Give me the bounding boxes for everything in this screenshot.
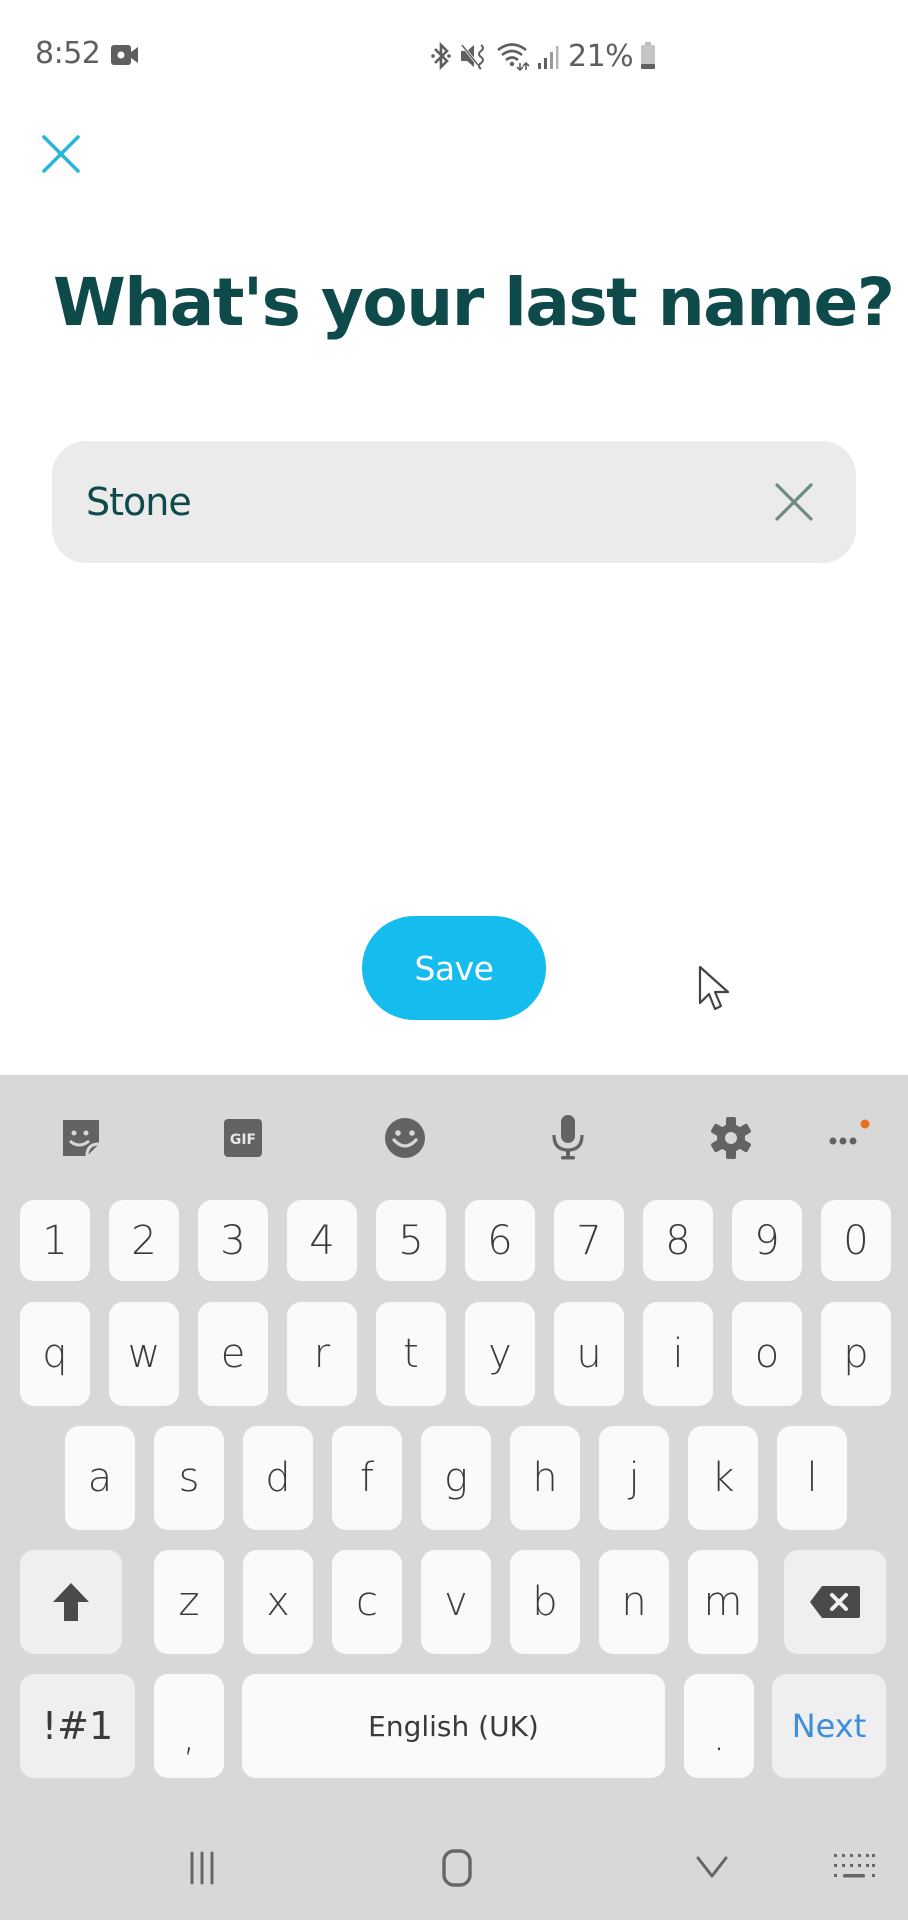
more-options-button[interactable]: [822, 1113, 872, 1163]
wifi-icon: [497, 43, 530, 71]
key-7[interactable]: 7: [554, 1200, 624, 1281]
key-5[interactable]: 5: [376, 1200, 446, 1281]
key-s[interactable]: s: [154, 1426, 224, 1530]
key-2[interactable]: 2: [109, 1200, 179, 1281]
key-t[interactable]: t: [376, 1302, 446, 1406]
on-screen-keyboard: GIF 1 2 3 4 5 6 7 8 9 0 q w e r t y u i …: [0, 1075, 908, 1920]
backspace-icon: [810, 1586, 860, 1618]
key-h[interactable]: h: [510, 1426, 580, 1530]
key-8[interactable]: 8: [643, 1200, 713, 1281]
shift-icon: [53, 1583, 89, 1621]
key-f[interactable]: f: [332, 1426, 402, 1530]
notification-dot: [860, 1119, 870, 1129]
settings-icon: [711, 1117, 751, 1159]
status-bar: 8:52 21%: [0, 0, 908, 110]
shift-key[interactable]: [20, 1550, 122, 1654]
key-v[interactable]: v: [421, 1550, 491, 1654]
key-i[interactable]: i: [643, 1302, 713, 1406]
key-b[interactable]: b: [510, 1550, 580, 1654]
status-icons: 21%: [430, 36, 656, 76]
key-a[interactable]: a: [65, 1426, 135, 1530]
key-c[interactable]: c: [332, 1550, 402, 1654]
backspace-key[interactable]: [784, 1550, 886, 1654]
close-button[interactable]: [40, 133, 82, 175]
key-e[interactable]: e: [198, 1302, 268, 1406]
last-name-input[interactable]: [86, 441, 746, 563]
keyboard-switch-button[interactable]: [824, 1843, 884, 1893]
key-y[interactable]: y: [465, 1302, 535, 1406]
back-icon: [696, 1856, 728, 1878]
key-6[interactable]: 6: [465, 1200, 535, 1281]
clear-input-button[interactable]: [772, 480, 816, 524]
key-d[interactable]: d: [243, 1426, 313, 1530]
key-q[interactable]: q: [20, 1302, 90, 1406]
key-g[interactable]: g: [421, 1426, 491, 1530]
emoji-icon: [385, 1118, 425, 1158]
voice-input-button[interactable]: [543, 1113, 593, 1163]
next-key[interactable]: Next: [772, 1674, 886, 1778]
key-p[interactable]: p: [821, 1302, 891, 1406]
battery-percent: 21%: [568, 38, 634, 74]
back-button[interactable]: [682, 1843, 742, 1893]
gif-icon: GIF: [224, 1119, 262, 1157]
home-icon: [442, 1849, 472, 1887]
key-o[interactable]: o: [732, 1302, 802, 1406]
status-time: 8:52: [35, 36, 101, 71]
emoji-button[interactable]: [380, 1113, 430, 1163]
page-title: What's your last name?: [53, 264, 895, 341]
recents-icon: [190, 1851, 214, 1885]
key-l[interactable]: l: [777, 1426, 847, 1530]
comma-key[interactable]: ,: [154, 1674, 224, 1778]
mouse-pointer-icon: [698, 965, 730, 1011]
key-z[interactable]: z: [154, 1550, 224, 1654]
sticker-icon: [63, 1120, 100, 1157]
period-key[interactable]: .: [684, 1674, 754, 1778]
key-n[interactable]: n: [599, 1550, 669, 1654]
symbols-key[interactable]: !#1: [20, 1674, 135, 1778]
close-icon: [42, 135, 80, 173]
keyboard-settings-button[interactable]: [706, 1113, 756, 1163]
keyboard-toolbar: GIF: [0, 1075, 908, 1195]
svg-text:GIF: GIF: [230, 1132, 256, 1148]
clear-icon: [775, 483, 813, 521]
key-4[interactable]: 4: [287, 1200, 357, 1281]
vibrate-mute-icon: [460, 44, 484, 70]
key-3[interactable]: 3: [198, 1200, 268, 1281]
key-u[interactable]: u: [554, 1302, 624, 1406]
battery-icon: [641, 42, 656, 69]
gif-button[interactable]: GIF: [218, 1113, 268, 1163]
screen-record-icon: [111, 45, 138, 65]
key-x[interactable]: x: [243, 1550, 313, 1654]
keyboard-switch-icon: [834, 1854, 875, 1878]
key-k[interactable]: k: [688, 1426, 758, 1530]
bluetooth-icon: [431, 41, 451, 71]
save-button[interactable]: Save: [362, 916, 546, 1020]
microphone-icon: [552, 1115, 584, 1160]
recents-button[interactable]: [172, 1843, 232, 1893]
key-9[interactable]: 9: [732, 1200, 802, 1281]
last-name-field-container: [52, 441, 856, 563]
home-button[interactable]: [427, 1843, 487, 1893]
key-0[interactable]: 0: [821, 1200, 891, 1281]
key-m[interactable]: m: [688, 1550, 758, 1654]
signal-icon: [538, 46, 559, 69]
key-1[interactable]: 1: [20, 1200, 90, 1281]
key-w[interactable]: w: [109, 1302, 179, 1406]
sticker-button[interactable]: [56, 1113, 106, 1163]
key-r[interactable]: r: [287, 1302, 357, 1406]
key-j[interactable]: j: [599, 1426, 669, 1530]
space-key[interactable]: English (UK): [242, 1674, 665, 1778]
more-icon: [829, 1119, 870, 1145]
